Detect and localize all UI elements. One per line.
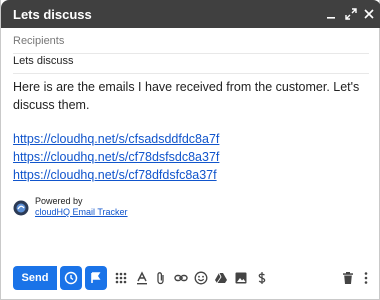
schedule-button[interactable] xyxy=(60,266,82,290)
compose-toolbar: Send xyxy=(1,262,380,294)
close-icon[interactable] xyxy=(361,6,377,22)
expand-icon[interactable] xyxy=(343,6,359,22)
text-format-icon[interactable] xyxy=(135,271,149,285)
attach-icon[interactable] xyxy=(154,271,168,285)
link-icon[interactable] xyxy=(174,271,188,285)
trash-icon[interactable] xyxy=(341,271,355,285)
tracked-link[interactable]: https://cloudhq.net/s/cf78dsfsdc8a37f xyxy=(13,148,369,166)
message-body[interactable]: Here is are the emails I have received f… xyxy=(13,78,369,184)
photo-icon[interactable] xyxy=(234,271,248,285)
minimize-icon[interactable] xyxy=(323,6,339,22)
tracked-link[interactable]: https://cloudhq.net/s/cf78dfdsfc8a37f xyxy=(13,166,369,184)
emoji-icon[interactable] xyxy=(194,271,208,285)
link-list: https://cloudhq.net/s/cfsadsddfdc8a7f ht… xyxy=(13,130,369,184)
compose-titlebar[interactable]: Lets discuss xyxy=(1,0,380,28)
powered-by-label: Powered by xyxy=(35,196,83,206)
send-button[interactable]: Send xyxy=(13,266,57,290)
cloudhq-logo-icon xyxy=(13,200,29,216)
recipients-placeholder: Recipients xyxy=(13,35,65,47)
drive-icon[interactable] xyxy=(214,271,228,285)
tracker-button[interactable] xyxy=(85,266,107,290)
subject-field[interactable]: Lets discuss xyxy=(13,48,369,74)
message-text: Here is are the emails I have received f… xyxy=(13,80,360,112)
tracked-link[interactable]: https://cloudhq.net/s/cfsadsddfdc8a7f xyxy=(13,130,369,148)
compose-window: Lets discuss Recipients Lets discuss Her… xyxy=(0,0,380,300)
tracker-link[interactable]: cloudHQ Email Tracker xyxy=(35,207,128,218)
compose-title: Lets discuss xyxy=(13,7,92,22)
dots-grid-icon[interactable] xyxy=(114,271,128,285)
dollar-icon[interactable] xyxy=(255,271,269,285)
more-options-icon[interactable] xyxy=(359,271,373,285)
subject-value: Lets discuss xyxy=(13,55,74,67)
